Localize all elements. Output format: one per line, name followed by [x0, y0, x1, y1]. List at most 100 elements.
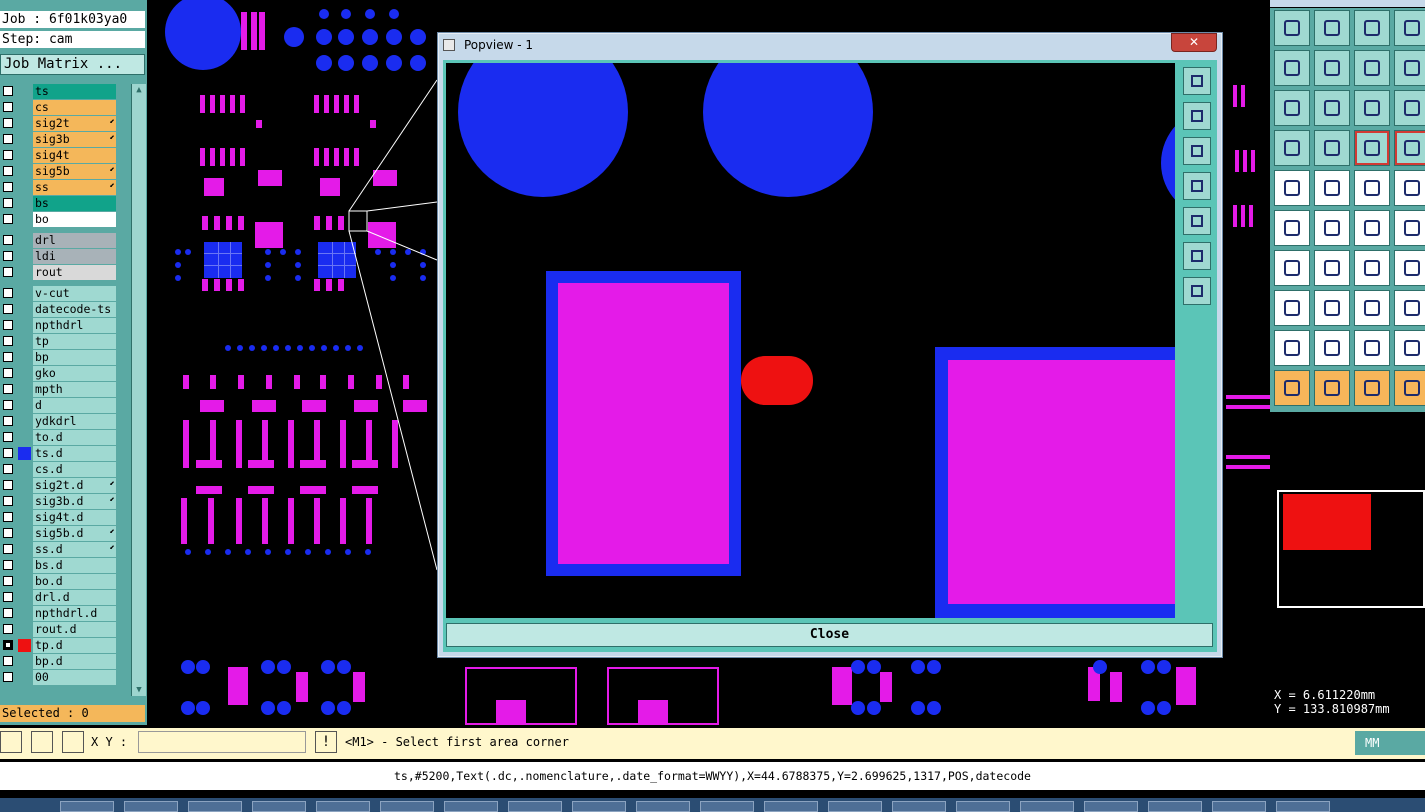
taskbar-button[interactable] [1148, 801, 1202, 812]
layer-checkbox[interactable] [3, 544, 13, 554]
line-cut-icon[interactable] [1314, 290, 1350, 326]
layer-name[interactable]: bo [33, 212, 116, 227]
zoom-home-icon[interactable] [1274, 10, 1310, 46]
layer-checkbox[interactable] [3, 656, 13, 666]
snap-icon[interactable] [1314, 130, 1350, 166]
taskbar-button[interactable] [380, 801, 434, 812]
triangle2-icon[interactable] [1354, 330, 1390, 366]
layer-name[interactable]: drl [33, 233, 116, 248]
view-zoom-icon[interactable] [1183, 67, 1211, 95]
layer-checkbox[interactable] [3, 416, 13, 426]
taskbar-button[interactable] [956, 801, 1010, 812]
angle-mode-icon[interactable] [31, 731, 53, 753]
taskbar-button[interactable] [60, 801, 114, 812]
view-center-icon[interactable] [1183, 277, 1211, 305]
view-top-icon[interactable] [1183, 102, 1211, 130]
units-select[interactable]: MM [1355, 731, 1425, 755]
layer-name[interactable]: cs [33, 100, 116, 115]
layer-checkbox[interactable] [3, 150, 13, 160]
taskbar-button[interactable] [764, 801, 818, 812]
layer-row-bo.d[interactable]: bo.d [0, 574, 118, 589]
layer-row-cs.d[interactable]: cs.d [0, 462, 118, 477]
layer-name[interactable]: gko [33, 366, 116, 381]
layer-name[interactable]: mpth [33, 382, 116, 397]
layer-name[interactable]: to.d [33, 430, 116, 445]
zoom-corner-icon[interactable] [1394, 10, 1425, 46]
triangle3-icon[interactable] [1394, 330, 1425, 366]
layer-checkbox[interactable] [3, 320, 13, 330]
zoom-s-icon[interactable] [1394, 50, 1425, 86]
taskbar-button[interactable] [572, 801, 626, 812]
layer-checkbox[interactable] [3, 304, 13, 314]
layer-checkbox[interactable] [3, 352, 13, 362]
layer-row-cs[interactable]: cs [0, 100, 118, 115]
view-left-icon[interactable] [1183, 172, 1211, 200]
taskbar-button[interactable] [1020, 801, 1074, 812]
taskbar-button[interactable] [444, 801, 498, 812]
layer-name[interactable]: sig2t.d [33, 478, 116, 493]
layer-checkbox[interactable] [3, 134, 13, 144]
layer-checkbox[interactable] [3, 384, 13, 394]
pan-left-icon[interactable] [1274, 50, 1310, 86]
layer-row-bp[interactable]: bp [0, 350, 118, 365]
layer-checkbox[interactable] [3, 118, 13, 128]
layer-row-npthdrl.d[interactable]: npthdrl.d [0, 606, 118, 621]
zoom-frame-icon[interactable] [1274, 90, 1310, 126]
layer-row-rout[interactable]: rout [0, 265, 118, 280]
layer-checkbox[interactable] [3, 640, 13, 650]
layer-scrollbar[interactable]: ▲ ▼ [131, 84, 146, 696]
layer-row-sig5b[interactable]: sig5b ⬋ [0, 164, 118, 179]
layer-row-v-cut[interactable]: v-cut [0, 286, 118, 301]
layer-name[interactable]: sig4t.d [33, 510, 116, 525]
layer-row-drl[interactable]: drl [0, 233, 118, 248]
select-route-icon[interactable] [1394, 370, 1425, 406]
layer-row-d[interactable]: d [0, 398, 118, 413]
feature-add-icon[interactable] [1274, 170, 1310, 206]
taskbar-button[interactable] [316, 801, 370, 812]
layer-toggle-icon[interactable] [1354, 130, 1390, 166]
layer-name[interactable]: datecode-ts [33, 302, 116, 317]
layer-name[interactable]: ss.d [33, 542, 116, 557]
taskbar-button[interactable] [508, 801, 562, 812]
layer-row-ss[interactable]: ss ⬋ [0, 180, 118, 195]
angle-icon[interactable] [1274, 330, 1310, 366]
layer-row-datecode-ts[interactable]: datecode-ts [0, 302, 118, 317]
taskbar-button[interactable] [700, 801, 754, 812]
layer-name[interactable]: cs.d [33, 462, 116, 477]
measure-icon[interactable] [1274, 130, 1310, 166]
layer-row-ts.d[interactable]: ts.d [0, 446, 118, 461]
text-icon[interactable] [1394, 250, 1425, 286]
triangle-icon[interactable] [1314, 330, 1350, 366]
arrow-node-icon[interactable] [1354, 210, 1390, 246]
layer-name[interactable]: sig4t [33, 148, 116, 163]
layer-row-sig4t.d[interactable]: sig4t.d [0, 510, 118, 525]
arc-icon[interactable] [1354, 250, 1390, 286]
layer-row-rout.d[interactable]: rout.d [0, 622, 118, 637]
zoom-1to1-icon[interactable] [1354, 90, 1390, 126]
stretch-icon[interactable] [1354, 290, 1390, 326]
layer-checkbox[interactable] [3, 86, 13, 96]
layer-name[interactable]: drl.d [33, 590, 116, 605]
layer-row-tp[interactable]: tp [0, 334, 118, 349]
layer-name[interactable]: bp [33, 350, 116, 365]
layer-row-npthdrl[interactable]: npthdrl [0, 318, 118, 333]
layer-row-sig4t[interactable]: sig4t [0, 148, 118, 163]
layer-name[interactable]: sig2t [33, 116, 116, 131]
taskbar-button[interactable] [188, 801, 242, 812]
layer-name[interactable]: sig3b.d [33, 494, 116, 509]
layer-name[interactable]: sig3b [33, 132, 116, 147]
select-box-icon[interactable] [1314, 370, 1350, 406]
zoom-center-icon[interactable] [1314, 90, 1350, 126]
layer-name[interactable]: sig5b.d [33, 526, 116, 541]
layer-row-bs.d[interactable]: bs.d [0, 558, 118, 573]
layer-name[interactable]: rout [33, 265, 116, 280]
layer-row-bp.d[interactable]: bp.d [0, 654, 118, 669]
cross-icon[interactable] [1314, 210, 1350, 246]
layer-name[interactable]: 00 [33, 670, 116, 685]
pan-right-icon[interactable] [1314, 50, 1350, 86]
taskbar-button[interactable] [636, 801, 690, 812]
layer-name[interactable]: bo.d [33, 574, 116, 589]
layer-row-sig3b.d[interactable]: sig3b.d ⬋ [0, 494, 118, 509]
layer-checkbox[interactable] [3, 267, 13, 277]
layer-checkbox[interactable] [3, 592, 13, 602]
